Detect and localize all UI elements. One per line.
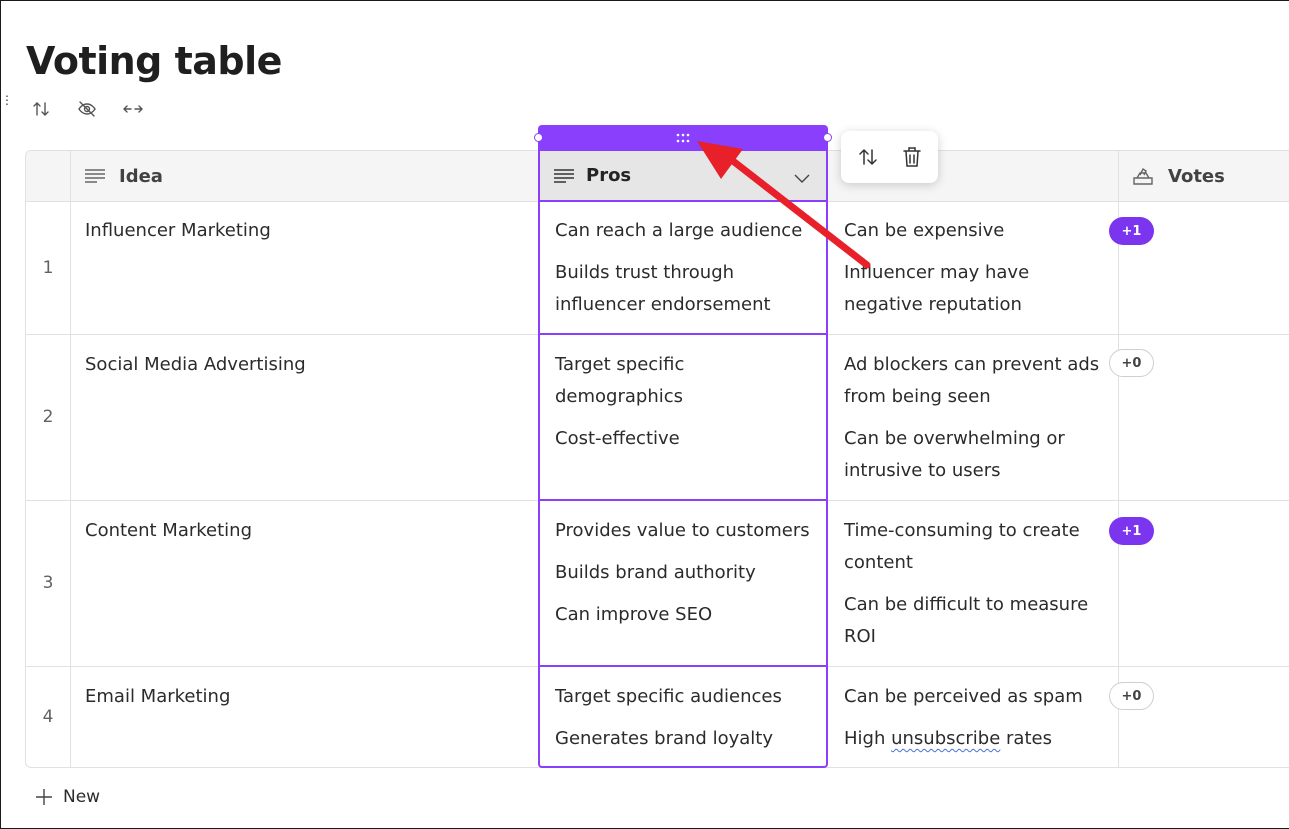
list-item: Provides value to customers xyxy=(555,520,810,541)
new-row-button[interactable]: New xyxy=(35,787,100,807)
spellcheck-word: unsubscribe xyxy=(891,728,1001,749)
row-number-header xyxy=(26,151,70,202)
pros-cell[interactable]: Provides value to customers Builds brand… xyxy=(555,515,825,641)
cons-cell[interactable]: Ad blockers can prevent ads from being s… xyxy=(844,349,1109,497)
list-item: Can be expensive xyxy=(844,220,1005,241)
list-item: Can be difficult to measure ROI xyxy=(844,594,1089,647)
list-item: Influencer may have negative reputation xyxy=(844,262,1030,315)
idea-cell[interactable]: Social Media Advertising xyxy=(85,349,306,381)
plus-icon xyxy=(36,789,52,805)
resize-handle-right[interactable] xyxy=(823,133,832,142)
drag-handle-icon[interactable]: ⋮ xyxy=(1,94,13,112)
list-item: Cost-effective xyxy=(555,428,680,449)
column-header-label: Pros xyxy=(586,165,632,186)
list-item: High unsubscribe rates xyxy=(844,723,1104,755)
list-item: Can improve SEO xyxy=(555,604,713,625)
column-header-label: Votes xyxy=(1168,165,1225,187)
trash-icon[interactable] xyxy=(900,145,924,169)
text-segment: High xyxy=(844,728,892,749)
list-item: Target specific demographics xyxy=(555,354,685,407)
column-drag-handle[interactable] xyxy=(538,125,828,151)
pros-cell[interactable]: Can reach a large audience Builds trust … xyxy=(555,215,825,331)
row-number: 3 xyxy=(42,573,54,593)
text-lines-icon xyxy=(554,168,574,183)
list-item: Target specific audiences xyxy=(555,686,782,707)
row-number: 2 xyxy=(42,407,54,427)
sort-icon[interactable] xyxy=(856,145,880,169)
new-row-label: New xyxy=(63,787,101,807)
list-item: Ad blockers can prevent ads from being s… xyxy=(844,354,1100,407)
list-item: Can be perceived as spam xyxy=(844,686,1083,707)
grip-dots-icon xyxy=(676,133,690,143)
vote-button[interactable]: +1 xyxy=(1109,517,1154,545)
list-item: Builds trust through influencer endorsem… xyxy=(555,262,771,315)
idea-cell[interactable]: Influencer Marketing xyxy=(85,215,271,247)
cons-cell[interactable]: Can be perceived as spam High unsubscrib… xyxy=(844,681,1104,765)
column-width-icon[interactable] xyxy=(121,97,145,121)
text-lines-icon xyxy=(85,169,105,183)
idea-cell[interactable]: Email Marketing xyxy=(85,681,230,713)
vote-button[interactable]: +0 xyxy=(1109,349,1154,377)
column-header-votes[interactable]: Votes xyxy=(1118,151,1289,202)
list-item: Builds brand authority xyxy=(555,562,756,583)
selected-row-divider xyxy=(540,665,826,667)
vote-button[interactable]: +0 xyxy=(1109,682,1154,710)
vote-box-icon xyxy=(1132,167,1154,185)
column-action-popup xyxy=(841,131,938,183)
pros-cell[interactable]: Target specific demographics Cost-effect… xyxy=(555,349,745,465)
notion-page: ⋮ Voting table Idea Votes 1 Influencer M… xyxy=(0,0,1289,829)
sort-icon[interactable] xyxy=(29,97,53,121)
cons-cell[interactable]: Can be expensive Influencer may have neg… xyxy=(844,215,1104,331)
resize-handle-left[interactable] xyxy=(534,133,543,142)
list-item: Generates brand loyalty xyxy=(555,728,773,749)
cons-cell[interactable]: Time-consuming to create content Can be … xyxy=(844,515,1094,663)
selected-row-divider xyxy=(540,499,826,501)
hide-icon[interactable] xyxy=(75,97,99,121)
chevron-down-icon[interactable] xyxy=(794,168,810,189)
table-toolbar xyxy=(29,97,145,121)
selected-row-divider xyxy=(540,333,826,335)
column-header-pros[interactable]: Pros xyxy=(540,151,826,202)
row-number: 1 xyxy=(42,258,54,278)
vote-button[interactable]: +1 xyxy=(1109,217,1154,245)
idea-cell[interactable]: Content Marketing xyxy=(85,515,252,547)
page-title: Voting table xyxy=(26,39,282,83)
list-item: Can reach a large audience xyxy=(555,220,803,241)
text-segment: rates xyxy=(1000,728,1052,749)
list-item: Can be overwhelming or intrusive to user… xyxy=(844,428,1065,481)
row-number: 4 xyxy=(42,707,54,727)
list-item: Time-consuming to create content xyxy=(844,520,1080,573)
column-header-label: Idea xyxy=(119,165,163,187)
pros-cell[interactable]: Target specific audiences Generates bran… xyxy=(555,681,825,765)
column-header-idea[interactable]: Idea xyxy=(70,151,540,202)
